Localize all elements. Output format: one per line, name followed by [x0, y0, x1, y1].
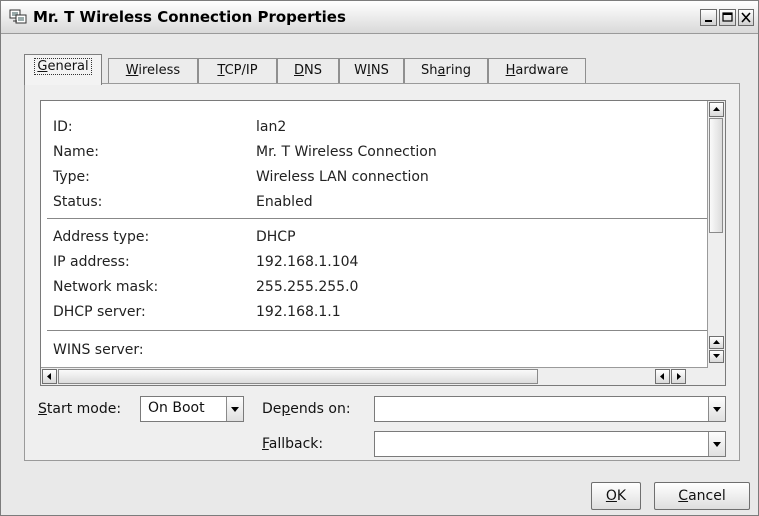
depends-on-select[interactable]: [374, 396, 726, 422]
start-mode-value: On Boot: [148, 400, 205, 416]
arrow-left-icon: [660, 373, 664, 380]
scroll-left-button[interactable]: [42, 369, 57, 384]
network-connection-icon: [9, 9, 27, 24]
property-key: Network mask:: [53, 279, 159, 295]
vertical-scroll-thumb[interactable]: [709, 118, 723, 233]
maximize-icon: [722, 12, 733, 22]
tab-dns[interactable]: DNS: [277, 58, 339, 85]
property-value: lan2: [256, 119, 287, 135]
scroll-up-button[interactable]: [709, 102, 724, 117]
horizontal-scroll-thumb[interactable]: [58, 369, 538, 384]
properties-dialog: Mr. T Wireless Connection Properties Gen…: [0, 0, 759, 516]
depends-on-label: Depends on:: [262, 401, 351, 417]
property-key: IP address:: [53, 254, 130, 270]
property-value: Wireless LAN connection: [256, 169, 429, 185]
property-value: 192.168.1.104: [256, 254, 359, 270]
property-key: DHCP server:: [53, 304, 146, 320]
minimize-button[interactable]: [700, 9, 717, 26]
horizontal-scrollbar[interactable]: [41, 367, 708, 385]
property-value: DHCP: [256, 229, 296, 245]
fallback-select[interactable]: [374, 431, 726, 457]
chevron-down-icon: [708, 397, 725, 421]
ok-button[interactable]: OK: [591, 482, 641, 510]
cancel-button[interactable]: Cancel: [654, 482, 750, 510]
property-value: Enabled: [256, 194, 313, 210]
arrow-left-icon: [47, 373, 51, 380]
properties-list[interactable]: ID: lan2 Name: Mr. T Wireless Connection…: [40, 100, 726, 386]
property-value: Mr. T Wireless Connection: [256, 144, 437, 160]
arrow-up-icon: [713, 107, 720, 111]
property-key: WINS server:: [53, 342, 144, 358]
property-key: Status:: [53, 194, 103, 210]
scroll-right-button[interactable]: [671, 369, 686, 384]
tab-sharing[interactable]: Sharing: [404, 58, 488, 85]
section-divider: [47, 218, 715, 219]
minimize-icon: [705, 20, 712, 22]
vertical-scrollbar[interactable]: [707, 101, 725, 385]
tab-wireless[interactable]: Wireless: [108, 58, 198, 85]
start-mode-label: Start mode:: [38, 401, 122, 417]
general-tab-panel: ID: lan2 Name: Mr. T Wireless Connection…: [24, 83, 740, 461]
property-key: Address type:: [53, 229, 150, 245]
scroll-down-button[interactable]: [709, 350, 724, 363]
scroll-left-button-right[interactable]: [655, 369, 670, 384]
maximize-button[interactable]: [719, 9, 736, 26]
property-value: 255.255.255.0: [256, 279, 359, 295]
arrow-down-icon: [713, 354, 720, 358]
property-key: Name:: [53, 144, 100, 160]
close-icon: [741, 12, 751, 23]
fallback-label: Fallback:: [262, 436, 324, 452]
tab-tcpip[interactable]: TCP/IP: [198, 58, 277, 85]
chevron-down-icon: [708, 432, 725, 456]
property-key: ID:: [53, 119, 73, 135]
close-button[interactable]: [738, 9, 754, 26]
window-title: Mr. T Wireless Connection Properties: [33, 8, 346, 26]
arrow-up-icon: [713, 340, 720, 344]
scroll-up-button-lower[interactable]: [709, 336, 724, 349]
start-mode-select[interactable]: On Boot: [140, 396, 244, 422]
tab-wins[interactable]: WINS: [339, 58, 404, 85]
tab-general[interactable]: General: [24, 54, 102, 85]
title-bar[interactable]: Mr. T Wireless Connection Properties: [1, 1, 758, 34]
chevron-down-icon: [226, 397, 243, 421]
tab-hardware[interactable]: Hardware: [488, 58, 586, 85]
section-divider: [47, 330, 715, 331]
arrow-right-icon: [677, 373, 681, 380]
property-key: Type:: [53, 169, 90, 185]
property-value: 192.168.1.1: [256, 304, 341, 320]
